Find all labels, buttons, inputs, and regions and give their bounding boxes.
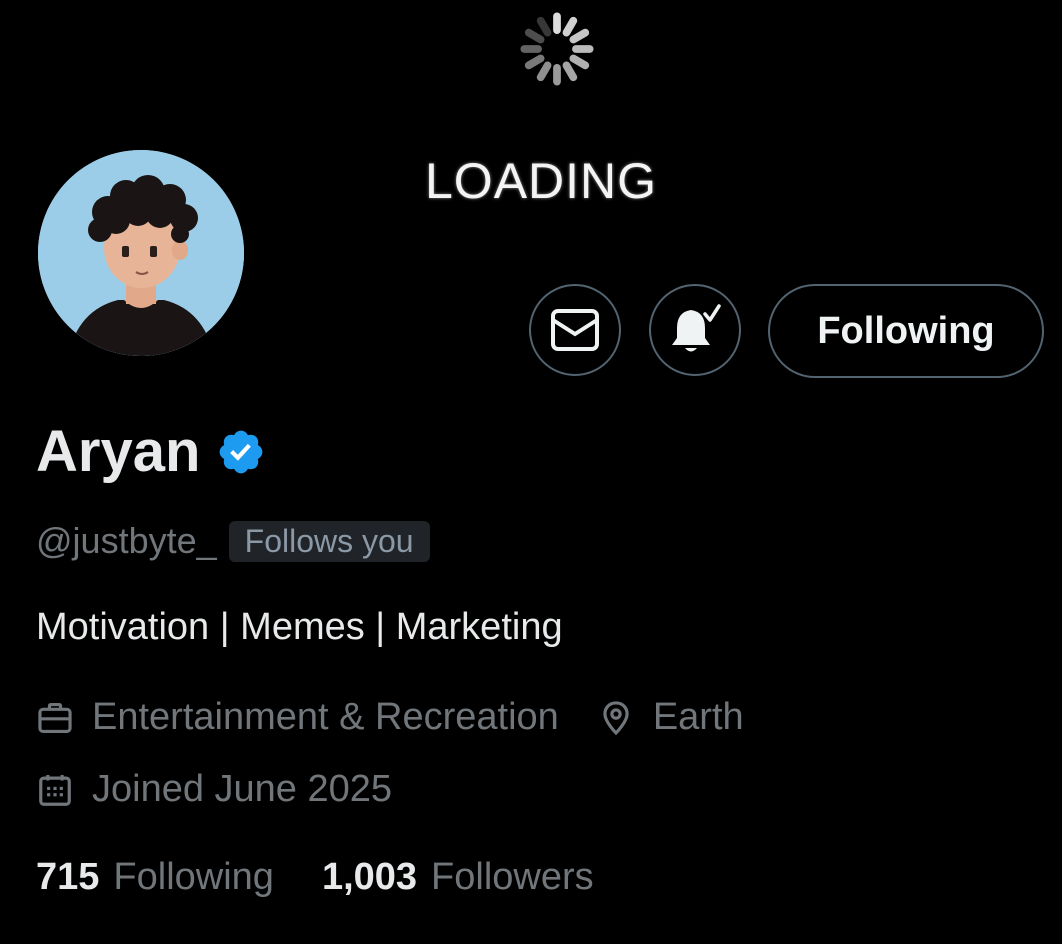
followers-count: 1,003 (321, 856, 418, 898)
following-label: Following (113, 856, 274, 898)
calendar-icon (39, 774, 71, 806)
notifications-button[interactable] (649, 284, 741, 376)
message-button[interactable] (529, 284, 621, 376)
handle-row: @justbyte_ Follows you (36, 520, 430, 562)
joined-row: Joined June 2025 (36, 768, 392, 811)
profile-meta-row: Entertainment & Recreation Earth (36, 696, 744, 739)
name-row: Aryan (36, 418, 266, 485)
joined-date: Joined June 2025 (92, 768, 393, 810)
following-stat-link[interactable]: 715 Following (36, 856, 274, 899)
location-text: Earth (652, 696, 744, 738)
user-handle: @justbyte_ (36, 520, 217, 561)
bio: Motivation | Memes | Marketing (36, 606, 563, 648)
followers-stat-link[interactable]: 1,003 Followers (322, 856, 594, 899)
loading-text: LOADING (425, 153, 658, 209)
verified-badge-icon (220, 430, 263, 473)
envelope-icon (551, 309, 599, 351)
following-count: 715 (36, 856, 100, 898)
bell-check-icon (672, 304, 721, 352)
category-link[interactable]: Entertainment & Recreation (92, 696, 559, 739)
location-pin-icon (603, 700, 629, 735)
loading-spinner-icon (520, 12, 594, 86)
followers-label: Followers (431, 856, 594, 898)
display-name: Aryan (36, 419, 201, 484)
follows-you-badge: Follows you (228, 520, 430, 562)
follow-stats: 715 Following 1,003 Followers (36, 856, 594, 899)
avatar[interactable] (38, 150, 244, 356)
following-button[interactable]: Following (768, 284, 1044, 378)
briefcase-icon (38, 702, 72, 733)
